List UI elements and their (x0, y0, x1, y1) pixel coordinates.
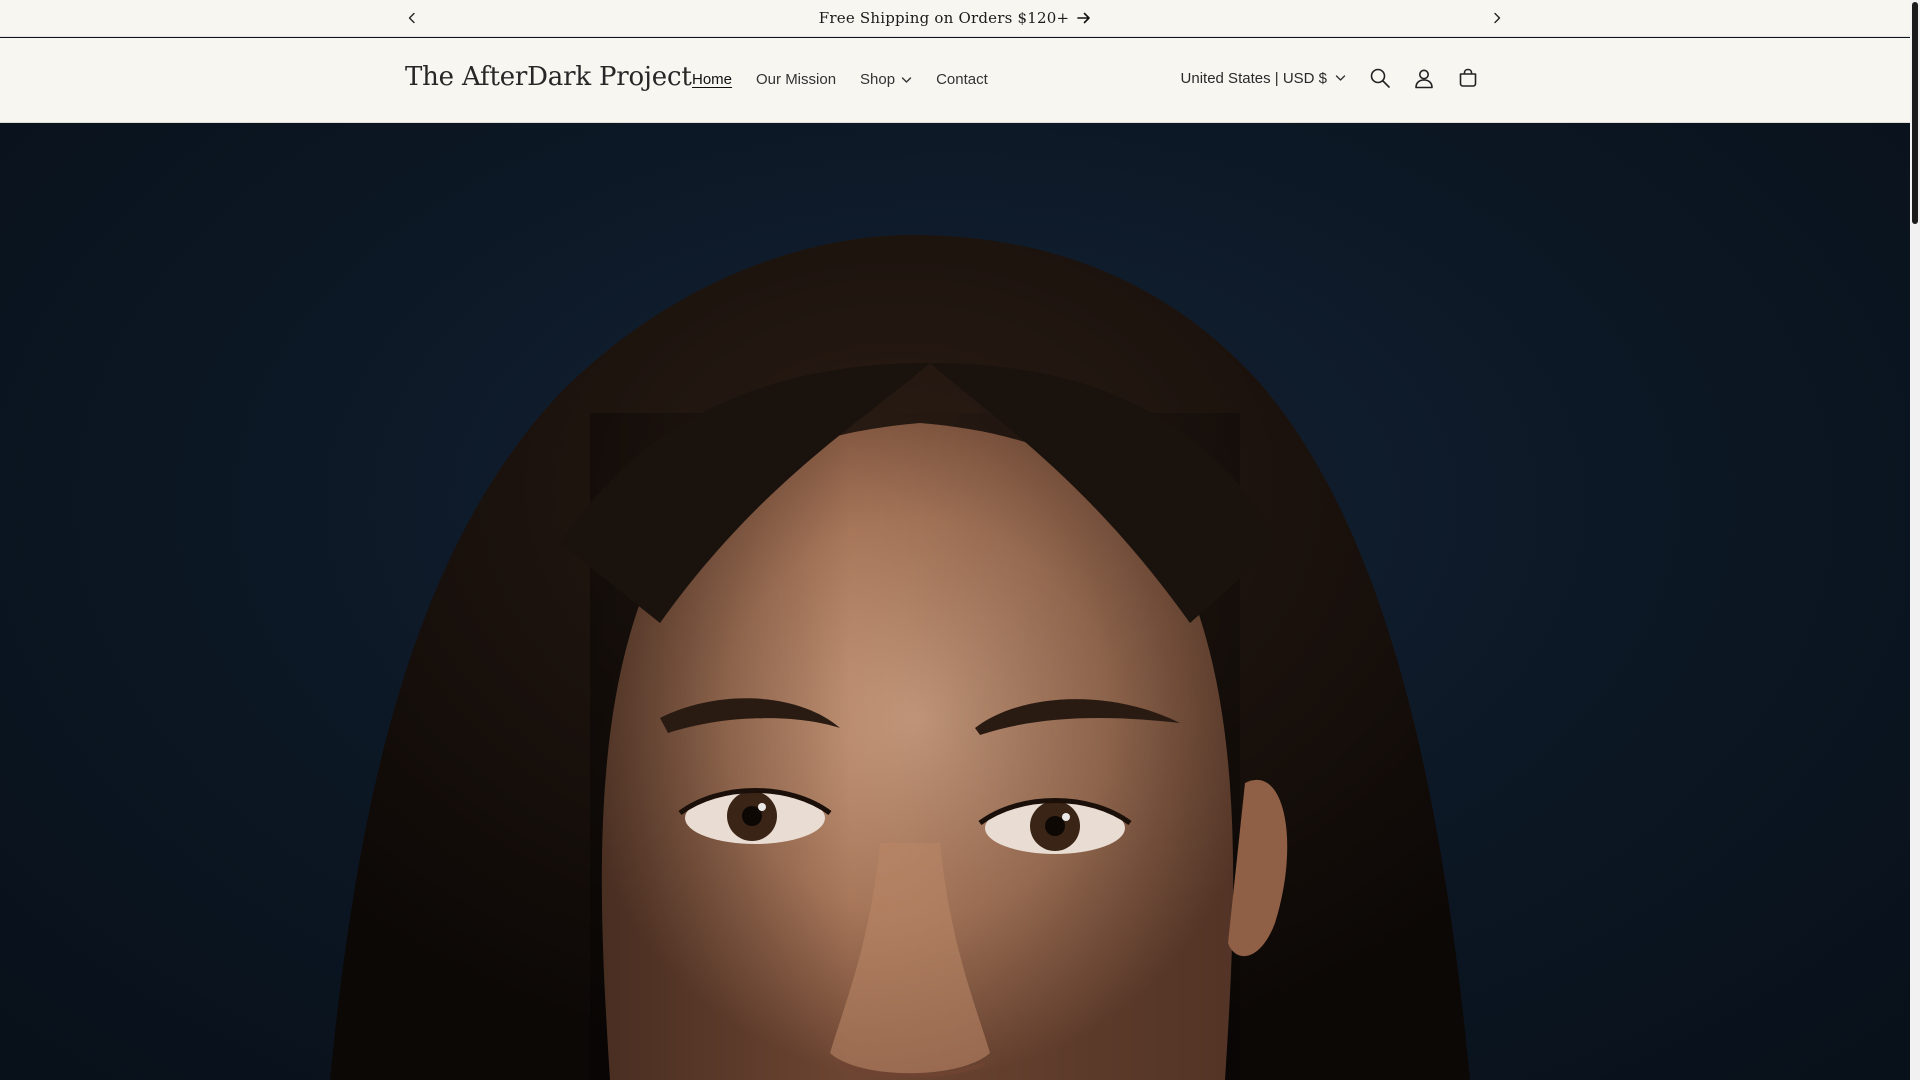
cart-icon (1459, 68, 1477, 87)
portrait-photo (330, 234, 1470, 1080)
page-viewport: Free Shipping on Orders $120+ The AfterD… (0, 0, 1920, 1080)
brand-logo[interactable]: The AfterDark Project (405, 62, 692, 92)
nav-item-contact[interactable]: Contact (924, 71, 1000, 88)
chevron-down-icon (1335, 75, 1346, 81)
announcement-bar: Free Shipping on Orders $120+ (0, 0, 1910, 37)
site-header: The AfterDark Project Home Our Mission S… (0, 38, 1910, 123)
account-button[interactable] (1402, 56, 1446, 100)
search-button[interactable] (1358, 56, 1402, 100)
nav-item-label: Contact (936, 71, 988, 88)
nav-item-label: Shop (860, 71, 896, 88)
main-nav: Home Our Mission Shop Contact (680, 71, 1000, 88)
nav-item-home[interactable]: Home (680, 71, 744, 88)
nav-item-shop[interactable]: Shop (848, 71, 924, 88)
chevron-right-icon (1494, 12, 1501, 24)
announcement-link[interactable]: Free Shipping on Orders $120+ (819, 9, 1091, 27)
currency-label: United States | USD $ (1180, 69, 1327, 87)
cart-button[interactable] (1446, 56, 1490, 100)
country-currency-selector[interactable]: United States | USD $ (1181, 56, 1358, 100)
search-icon (1370, 68, 1390, 88)
nav-item-label: Home (692, 71, 733, 88)
announcement-text: Free Shipping on Orders $120+ (818, 9, 1070, 27)
chevron-down-icon (901, 76, 912, 83)
header-actions: United States | USD $ (1181, 56, 1490, 100)
account-icon (1415, 69, 1433, 89)
nav-item-label: Our Mission (756, 71, 837, 88)
scrollbar-thumb[interactable] (1912, 2, 1918, 224)
arrow-right-icon (1077, 12, 1091, 24)
announcement-message-wrap: Free Shipping on Orders $120+ (0, 9, 1910, 27)
nav-item-our-mission[interactable]: Our Mission (744, 71, 848, 88)
page-scrollbar[interactable] (1910, 0, 1920, 1080)
hero-banner (0, 123, 1910, 1080)
announcement-next-button[interactable] (1485, 6, 1509, 30)
